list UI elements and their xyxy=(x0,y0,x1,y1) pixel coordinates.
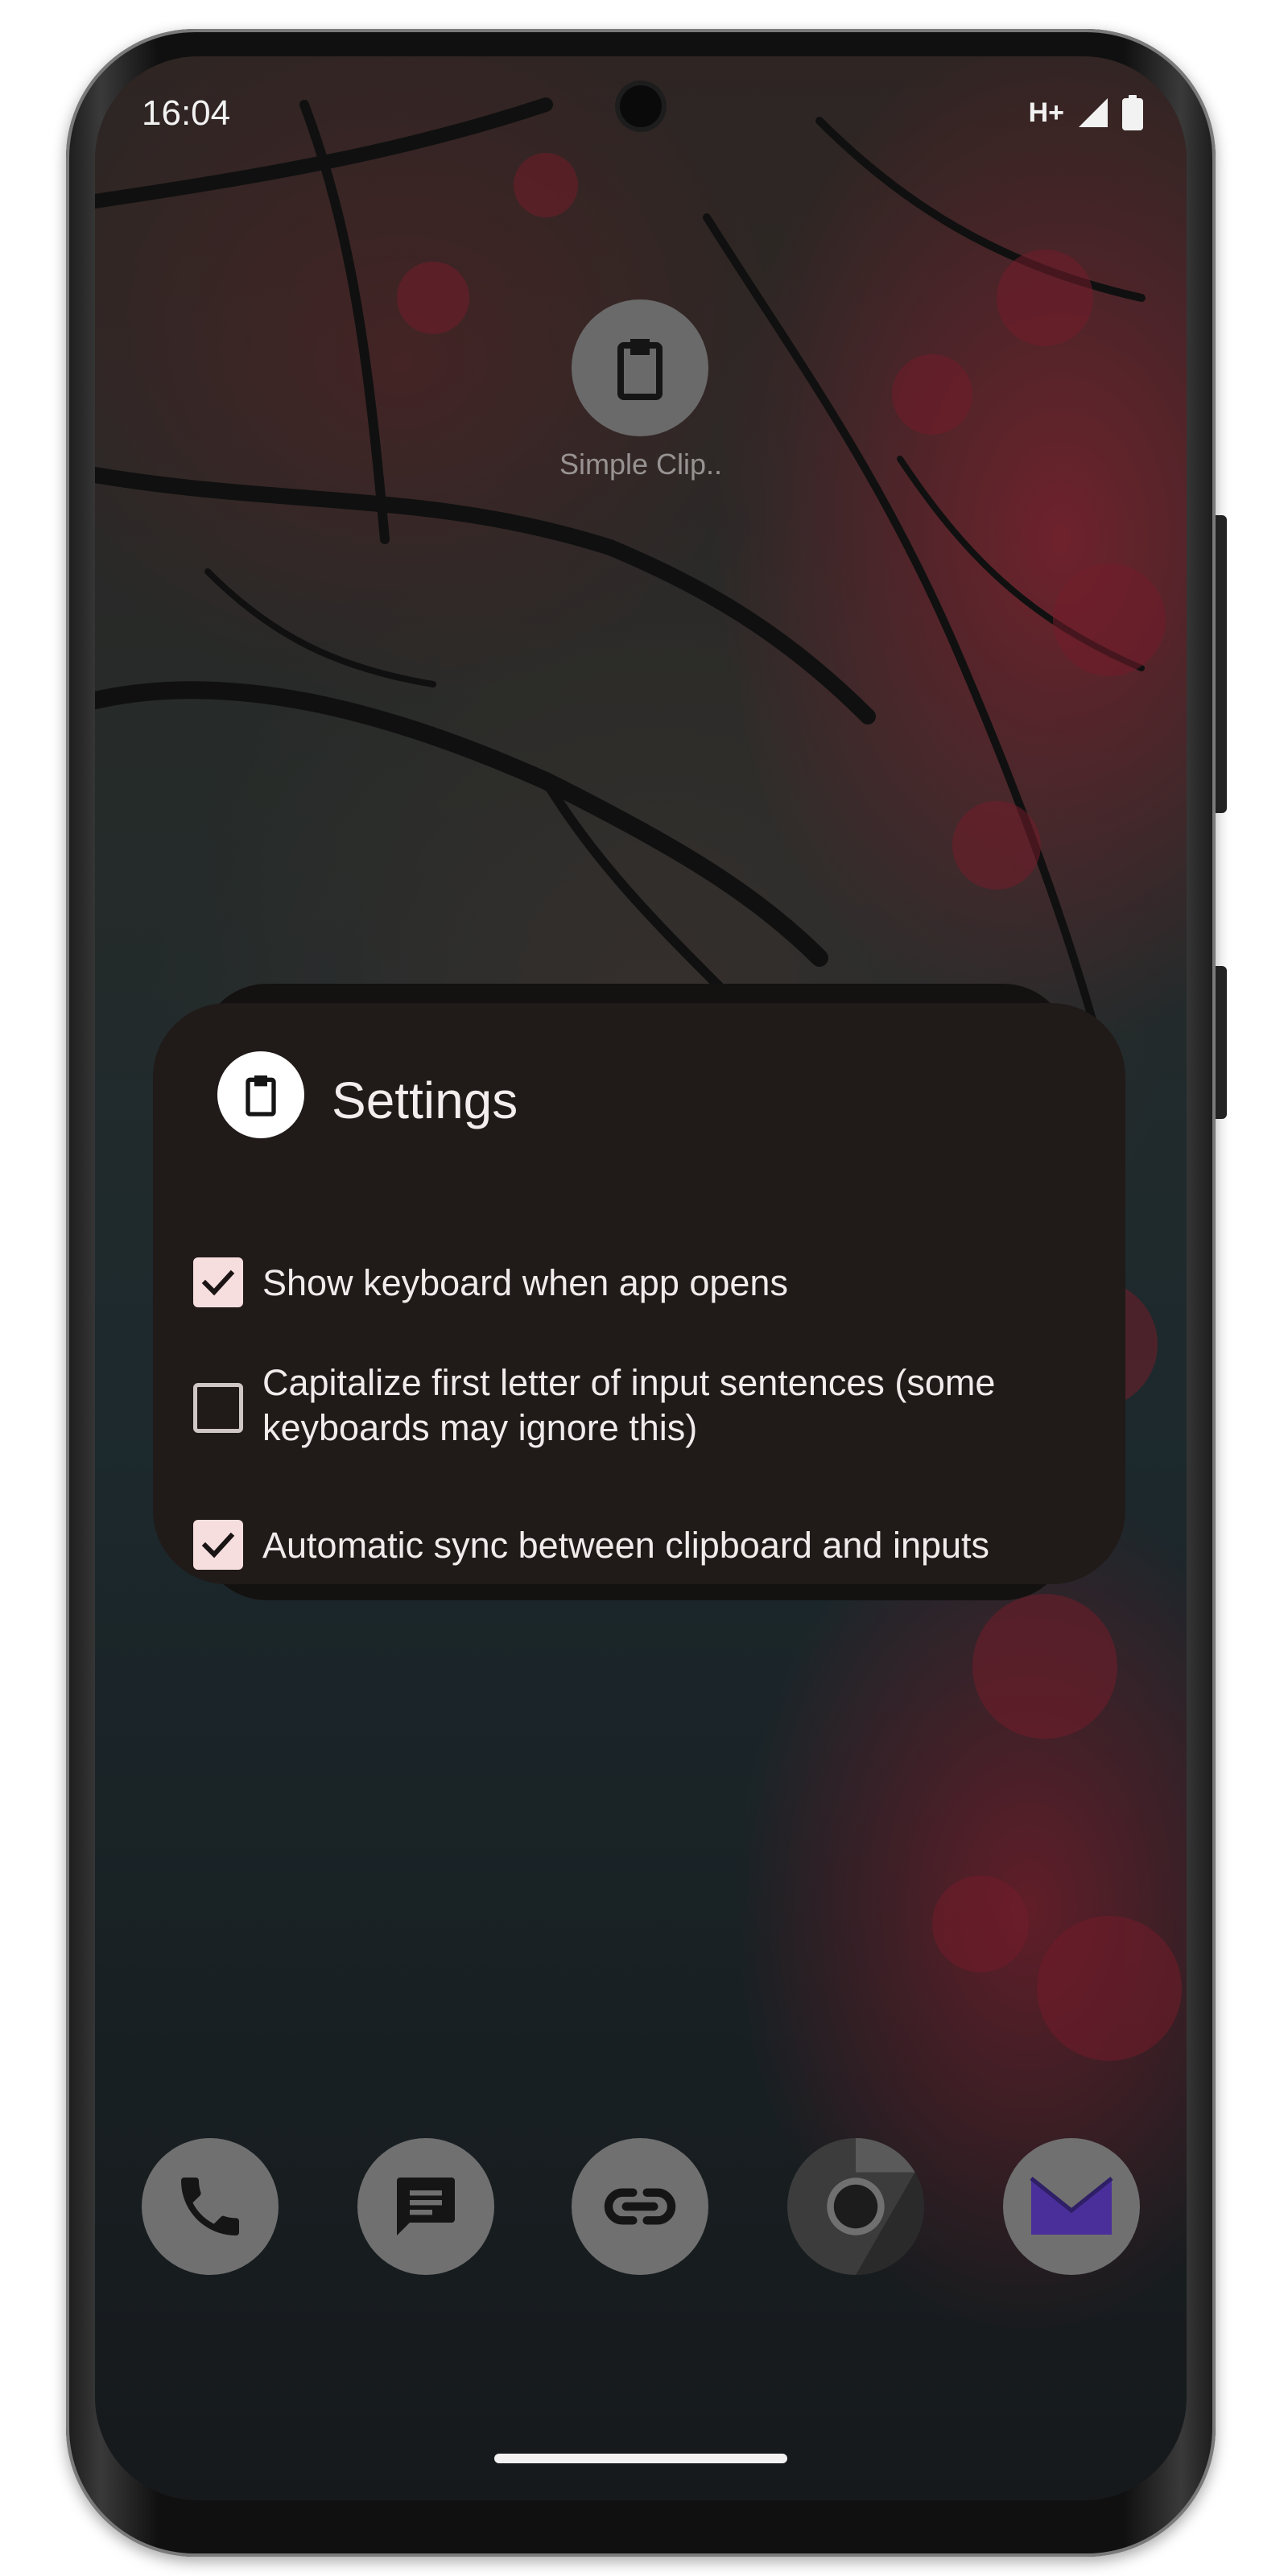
settings-widget: Settings Show keyboard when app opens Ca… xyxy=(153,1003,1125,1584)
signal-icon xyxy=(1079,98,1108,127)
phone-app-icon[interactable] xyxy=(142,2138,279,2275)
status-time: 16:04 xyxy=(142,93,231,133)
checkbox-show-keyboard[interactable] xyxy=(193,1257,243,1307)
link-icon xyxy=(604,2188,676,2225)
home-screen: 16:04 H+ Simple Clip.. Settings Show key… xyxy=(95,56,1187,2500)
chrome-app-icon[interactable] xyxy=(787,2138,924,2275)
network-type-icon: H+ xyxy=(1028,97,1064,128)
phone-icon xyxy=(181,2178,239,2235)
navigation-handle[interactable] xyxy=(494,2454,787,2463)
messages-app-icon[interactable] xyxy=(357,2138,494,2275)
option-capitalize[interactable]: Capitalize first letter of input sentenc… xyxy=(193,1360,1103,1451)
checkbox-capitalize[interactable] xyxy=(193,1383,243,1433)
check-icon xyxy=(201,1532,235,1558)
volume-button xyxy=(1216,515,1227,813)
option-label: Automatic sync between clipboard and inp… xyxy=(262,1525,990,1566)
check-icon xyxy=(201,1269,235,1296)
clipboard-icon xyxy=(246,1075,276,1117)
simple-clipboard-app-icon[interactable] xyxy=(572,299,708,436)
option-label: Capitalize first letter of input sentenc… xyxy=(262,1362,996,1448)
front-camera xyxy=(620,85,662,127)
power-button xyxy=(1216,966,1227,1119)
checkbox-auto-sync[interactable] xyxy=(193,1520,243,1570)
mail-icon xyxy=(1030,2177,1113,2235)
option-show-keyboard[interactable]: Show keyboard when app opens xyxy=(193,1257,1103,1307)
mail-app-icon[interactable] xyxy=(1003,2138,1140,2275)
option-auto-sync[interactable]: Automatic sync between clipboard and inp… xyxy=(193,1520,1103,1570)
app-label: Simple Clip.. xyxy=(559,448,723,481)
battery-icon xyxy=(1122,95,1143,130)
widget-logo[interactable] xyxy=(217,1051,304,1138)
clipboard-icon xyxy=(617,339,663,400)
status-icons: H+ xyxy=(1029,92,1143,134)
messages-icon xyxy=(397,2178,455,2235)
chrome-icon xyxy=(787,2138,924,2275)
link-app-icon[interactable] xyxy=(572,2138,708,2275)
widget-title: Settings xyxy=(332,1071,518,1129)
option-label: Show keyboard when app opens xyxy=(262,1262,788,1303)
